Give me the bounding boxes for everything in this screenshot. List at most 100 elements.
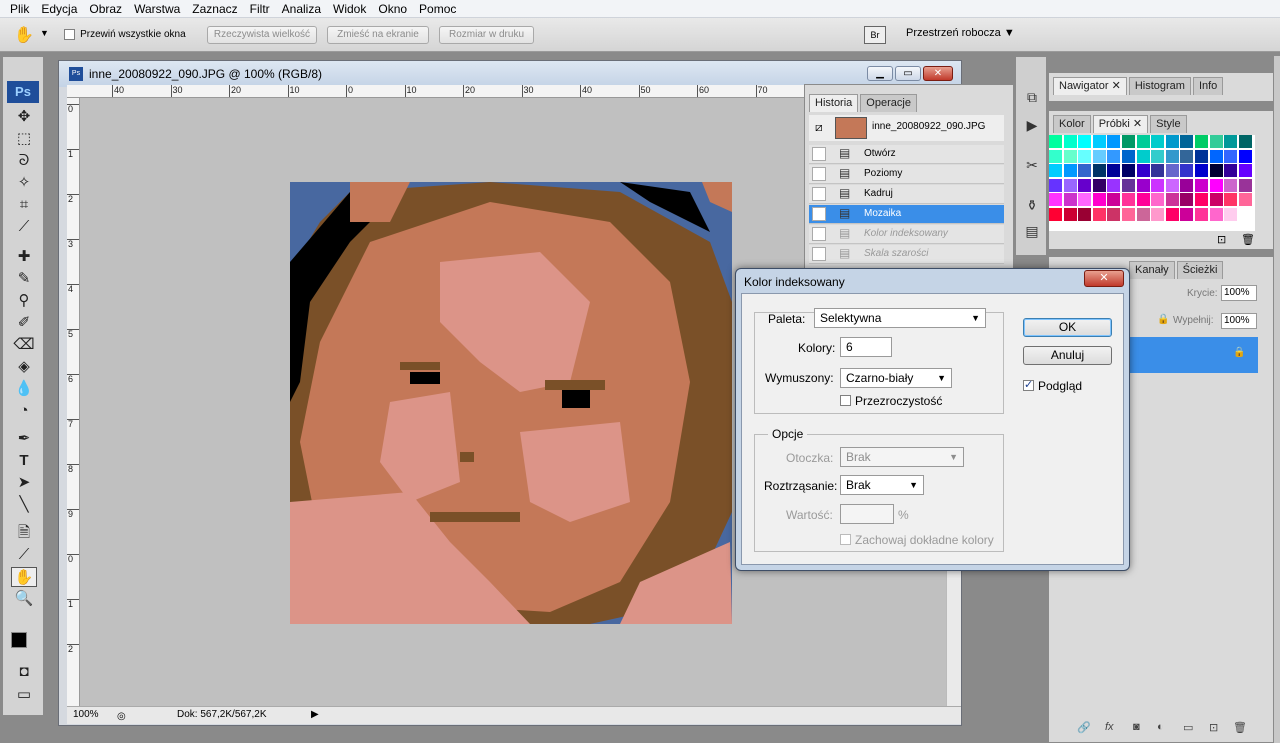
scroll-all-option[interactable]: Przewiń wszystkie okna: [64, 28, 186, 40]
swatch[interactable]: [1151, 178, 1165, 192]
swatch[interactable]: [1092, 178, 1106, 192]
maximize-button[interactable]: ▭: [895, 66, 921, 81]
swatch[interactable]: [1107, 164, 1121, 178]
history-item[interactable]: ▤ Mozaika: [809, 205, 1004, 224]
eraser-tool-icon[interactable]: ⌫: [11, 335, 37, 355]
clone-source-icon[interactable]: ⚱: [1021, 195, 1043, 215]
history-panel-icon[interactable]: ⧉: [1021, 87, 1043, 107]
swatch[interactable]: [1092, 208, 1106, 221]
history-brush-source-box[interactable]: [812, 147, 826, 161]
swatch[interactable]: [1238, 193, 1252, 207]
opacity-field[interactable]: 100%: [1221, 285, 1257, 301]
history-brush-source-box[interactable]: [812, 167, 826, 181]
tab-color[interactable]: Kolor: [1053, 115, 1091, 133]
swatch[interactable]: [1136, 149, 1150, 163]
menu-item-6[interactable]: Analiza: [276, 0, 327, 18]
swatch[interactable]: [1165, 178, 1179, 192]
colors-input[interactable]: 6: [840, 337, 892, 357]
amount-input[interactable]: [840, 504, 894, 524]
swatch[interactable]: [1209, 164, 1223, 178]
chevron-down-icon[interactable]: ▼: [40, 28, 49, 38]
swatch[interactable]: [1092, 149, 1106, 163]
foreground-color[interactable]: [11, 632, 27, 648]
forced-select[interactable]: Czarno-biały ▼: [840, 368, 952, 388]
fill-field[interactable]: 100%: [1221, 313, 1257, 329]
line-tool-icon[interactable]: ╲: [11, 495, 37, 515]
history-brush-tool-icon[interactable]: ✐: [11, 313, 37, 333]
eyedropper-tool-icon[interactable]: ⟋: [11, 545, 37, 565]
swatch-grid[interactable]: [1049, 135, 1255, 231]
swatch[interactable]: [1063, 193, 1077, 207]
marquee-tool-icon[interactable]: ⬚: [11, 129, 37, 149]
swatch[interactable]: [1122, 164, 1135, 178]
menu-item-0[interactable]: Plik: [4, 0, 35, 18]
swatch[interactable]: [1078, 208, 1092, 221]
pen-tool-icon[interactable]: ✒: [11, 429, 37, 449]
tab-styles[interactable]: Style: [1150, 115, 1187, 133]
print-size-button[interactable]: Rozmiar w druku: [439, 26, 534, 44]
menu-item-5[interactable]: Filtr: [244, 0, 276, 18]
tab-history[interactable]: Historia: [809, 94, 859, 112]
swatch[interactable]: [1078, 149, 1092, 163]
swatch[interactable]: [1224, 193, 1238, 207]
swatch[interactable]: [1136, 178, 1150, 192]
transparency-checkbox[interactable]: [840, 395, 851, 406]
swatch[interactable]: [1195, 208, 1208, 221]
swatch[interactable]: [1136, 164, 1150, 178]
scroll-all-checkbox[interactable]: [64, 28, 75, 40]
path-select-tool-icon[interactable]: ➤: [11, 473, 37, 493]
swatch[interactable]: [1107, 135, 1121, 148]
close-button[interactable]: ✕: [923, 66, 953, 81]
menu-item-3[interactable]: Warstwa: [128, 0, 186, 18]
swatch[interactable]: [1092, 135, 1106, 148]
history-item[interactable]: ▤ Poziomy: [809, 165, 1004, 184]
swatch[interactable]: [1180, 193, 1194, 207]
new-group-icon[interactable]: ▭: [1183, 721, 1193, 734]
delete-layer-icon[interactable]: 🗑: [1233, 721, 1247, 734]
history-item[interactable]: ▤ Skala szarości: [809, 245, 1004, 264]
swatch[interactable]: [1151, 193, 1165, 207]
swatch[interactable]: [1209, 208, 1223, 221]
menu-item-1[interactable]: Edycja: [35, 0, 83, 18]
swatch[interactable]: [1107, 193, 1121, 207]
swatch[interactable]: [1063, 208, 1077, 221]
swatch[interactable]: [1049, 208, 1062, 221]
swatch[interactable]: [1195, 149, 1208, 163]
matte-select[interactable]: Brak ▼: [840, 447, 964, 467]
blur-tool-icon[interactable]: 💧: [11, 379, 37, 399]
swatch[interactable]: [1209, 135, 1223, 148]
tool-presets-icon[interactable]: ✂: [1021, 155, 1043, 175]
mosaic-image[interactable]: [290, 182, 732, 624]
swatch[interactable]: [1238, 149, 1252, 163]
hand-tool-icon[interactable]: ✋: [11, 567, 37, 587]
swatch[interactable]: [1180, 164, 1194, 178]
history-item[interactable]: ▤ Kadruj: [809, 185, 1004, 204]
swatch[interactable]: [1165, 193, 1179, 207]
swatch[interactable]: [1122, 208, 1135, 221]
swatch[interactable]: [1049, 149, 1062, 163]
zoom-level[interactable]: 100%: [73, 707, 99, 723]
tab-paths[interactable]: Ścieżki: [1176, 261, 1224, 279]
swatch[interactable]: [1136, 208, 1150, 221]
brushes-panel-icon[interactable]: ▤: [1021, 221, 1043, 241]
swatch[interactable]: [1209, 193, 1223, 207]
swatch[interactable]: [1063, 149, 1077, 163]
screen-mode-icon[interactable]: ▭: [11, 685, 37, 705]
status-info-icon[interactable]: ◎: [117, 709, 126, 725]
history-item[interactable]: ▤ Otwórz: [809, 145, 1004, 164]
swatch[interactable]: [1180, 208, 1194, 221]
swatch[interactable]: [1238, 164, 1252, 178]
swatch[interactable]: [1224, 208, 1238, 221]
dodge-tool-icon[interactable]: ◔: [11, 401, 37, 421]
bridge-icon[interactable]: Br: [864, 26, 886, 44]
menu-item-2[interactable]: Obraz: [83, 0, 128, 18]
adjustment-layer-icon[interactable]: ◐: [1157, 721, 1164, 733]
link-layers-icon[interactable]: 🔗: [1077, 721, 1091, 734]
history-item[interactable]: ▤ Kolor indeksowany: [809, 225, 1004, 244]
swatch[interactable]: [1195, 135, 1208, 148]
lock-icon[interactable]: 🔒: [1157, 314, 1169, 325]
swatch[interactable]: [1136, 135, 1150, 148]
move-tool-icon[interactable]: ✥: [11, 107, 37, 127]
swatch[interactable]: [1224, 164, 1238, 178]
swatch[interactable]: [1063, 135, 1077, 148]
